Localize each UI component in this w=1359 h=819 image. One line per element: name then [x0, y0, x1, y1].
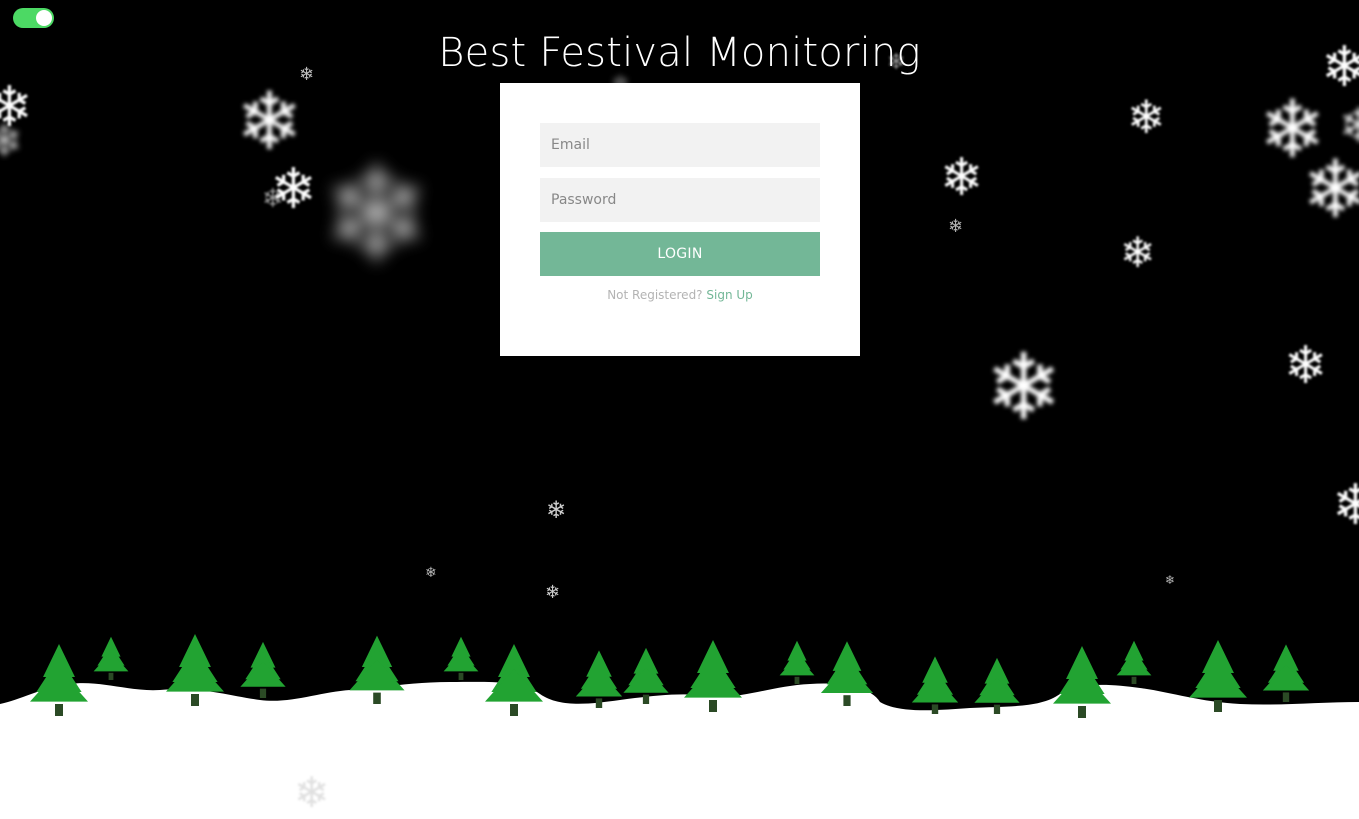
- snowflake-icon: ❄: [0, 116, 23, 167]
- pine-tree-icon: [1262, 644, 1310, 702]
- toggle-knob: [36, 10, 52, 26]
- snowflake-icon: ❄: [1165, 573, 1176, 587]
- snowflake-icon: ❄: [1120, 228, 1156, 277]
- landscape-graphic: [0, 634, 1359, 819]
- pine-tree-icon: [974, 657, 1020, 714]
- pine-tree-icon: [575, 650, 623, 708]
- pine-tree-icon: [93, 636, 129, 680]
- login-card: LOGIN Not Registered? Sign Up: [500, 83, 860, 356]
- snowflake-icon: ❄: [0, 75, 33, 140]
- snowflake-icon: ❄: [1339, 102, 1359, 150]
- snowflake-icon: ❄: [546, 496, 567, 524]
- snowy-landscape: [0, 600, 1359, 819]
- snowflake-icon: ❄: [236, 75, 304, 168]
- snowflake-icon: ❄: [270, 157, 317, 222]
- not-registered-text: Not Registered?: [607, 288, 703, 302]
- snowflake-icon: ❄: [1332, 473, 1359, 538]
- snow-ground: [0, 681, 1359, 819]
- pine-tree-icon: [779, 640, 815, 684]
- snowflake-icon: ❄: [1259, 83, 1327, 176]
- snowflake-icon: ❄: [948, 216, 964, 237]
- snowflake-icon: ❄: [322, 139, 431, 291]
- signup-prompt: Not Registered? Sign Up: [500, 288, 860, 302]
- password-field[interactable]: [540, 178, 820, 222]
- email-field[interactable]: [540, 123, 820, 167]
- snowflake-icon: ❄: [940, 148, 984, 208]
- signup-link[interactable]: Sign Up: [706, 288, 752, 302]
- pine-tree-icon: [1116, 640, 1152, 684]
- theme-toggle[interactable]: [13, 8, 54, 28]
- login-page: Best Festival Monitoring ❄ ❄ ❄ ❄ ❄ ❄ ❄ ❄ ❄ ❄ ❄ ❄ ❄ ❄ ❄…: [0, 0, 1359, 819]
- snowflake-icon: ❄: [1284, 336, 1328, 396]
- snowflake-icon: ❄: [1127, 90, 1166, 144]
- snowflake-icon: ❄: [985, 334, 1063, 441]
- snowflake-icon: ❄: [425, 565, 437, 581]
- page-title: Best Festival Monitoring: [438, 30, 921, 76]
- pine-tree-icon: [911, 656, 959, 714]
- snowflake-icon: ❄: [1302, 143, 1359, 236]
- pine-tree-icon: [443, 636, 479, 680]
- pine-tree-icon: [240, 641, 286, 698]
- login-button[interactable]: LOGIN: [540, 232, 820, 276]
- snowflake-icon: ❄: [262, 184, 284, 214]
